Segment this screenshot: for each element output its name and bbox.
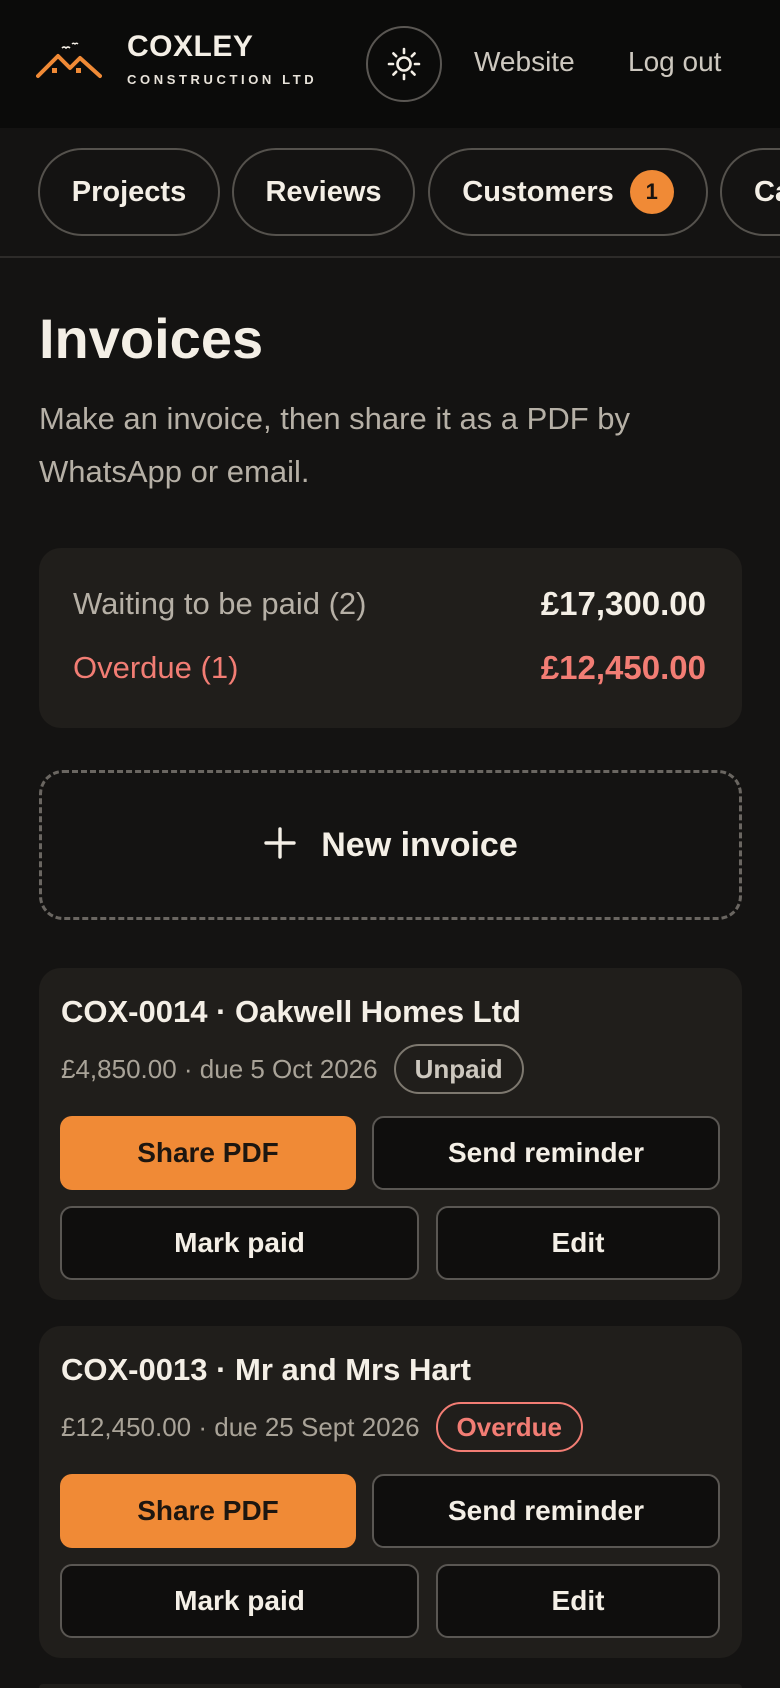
invoice-summary: Waiting to be paid (2) £17,300.00 Overdu… (39, 548, 742, 728)
logout-link[interactable]: Log out (628, 46, 721, 78)
overdue-value: £12,450.00 (540, 649, 706, 686)
edit-button[interactable]: Edit (436, 1206, 720, 1280)
tab-projects[interactable]: Projects (38, 148, 220, 236)
page-title: Invoices (39, 307, 264, 370)
edit-button[interactable]: Edit (436, 1564, 720, 1638)
status-badge: Unpaid (393, 1044, 524, 1094)
roof-logo-icon[interactable] (36, 40, 102, 88)
top-header: COXLEY CONSTRUCTION LTD Website Log out (0, 0, 780, 128)
tab-label: Projects (71, 175, 187, 208)
send-reminder-button[interactable]: Send reminder (372, 1116, 720, 1190)
sun-icon (387, 47, 421, 81)
invoice-card: COX-0014 · Oakwell Homes Ltd £4,850.00 ·… (39, 968, 742, 1300)
page-subtitle: Make an invoice, then share it as a PDF … (39, 401, 631, 489)
brand-name[interactable]: COXLEY (127, 30, 253, 64)
invoice-card: COX-0013 · Mr and Mrs Hart £12,450.00 · … (39, 1326, 742, 1658)
invoice-amount-due: £4,850.00 · due 5 Oct 2026 (61, 1053, 378, 1084)
tab-label: Customers (462, 175, 614, 208)
invoice-meta: £4,850.00 · due 5 Oct 2026 Unpaid (61, 1044, 524, 1094)
invoice-title: COX-0013 · Mr and Mrs Hart (61, 1352, 471, 1387)
tab-partial[interactable]: Ca (720, 148, 780, 236)
brand-tagline: CONSTRUCTION LTD (127, 72, 318, 87)
summary-overdue-row: Overdue (1) £12,450.00 (73, 648, 706, 688)
theme-toggle-button[interactable] (366, 26, 442, 102)
status-badge: Overdue (435, 1402, 584, 1452)
tab-customers[interactable]: Customers 1 (428, 148, 708, 236)
share-pdf-button[interactable]: Share PDF (60, 1474, 356, 1548)
mark-paid-button[interactable]: Mark paid (60, 1206, 419, 1280)
section-tabs: Projects Reviews Customers 1 Ca (0, 128, 780, 258)
tab-label: Reviews (265, 175, 382, 208)
tab-reviews[interactable]: Reviews (232, 148, 415, 236)
invoice-meta: £12,450.00 · due 25 Sept 2026 Overdue (61, 1402, 584, 1452)
overdue-label: Overdue (1) (73, 650, 239, 685)
waiting-value: £17,300.00 (540, 585, 706, 622)
invoice-card-partial (39, 1684, 742, 1688)
new-invoice-label: New invoice (321, 825, 518, 864)
notification-badge: 1 (629, 170, 674, 214)
send-reminder-button[interactable]: Send reminder (372, 1474, 720, 1548)
invoice-amount-due: £12,450.00 · due 25 Sept 2026 (61, 1411, 420, 1442)
summary-waiting-row: Waiting to be paid (2) £17,300.00 (73, 584, 706, 624)
share-pdf-button[interactable]: Share PDF (60, 1116, 356, 1190)
plus-icon (263, 821, 297, 869)
new-invoice-button[interactable]: New invoice (39, 770, 742, 920)
mark-paid-button[interactable]: Mark paid (60, 1564, 419, 1638)
waiting-label: Waiting to be paid (2) (73, 586, 367, 621)
tab-label: Ca (754, 175, 780, 208)
website-link[interactable]: Website (474, 46, 575, 78)
invoice-title: COX-0014 · Oakwell Homes Ltd (61, 994, 521, 1029)
